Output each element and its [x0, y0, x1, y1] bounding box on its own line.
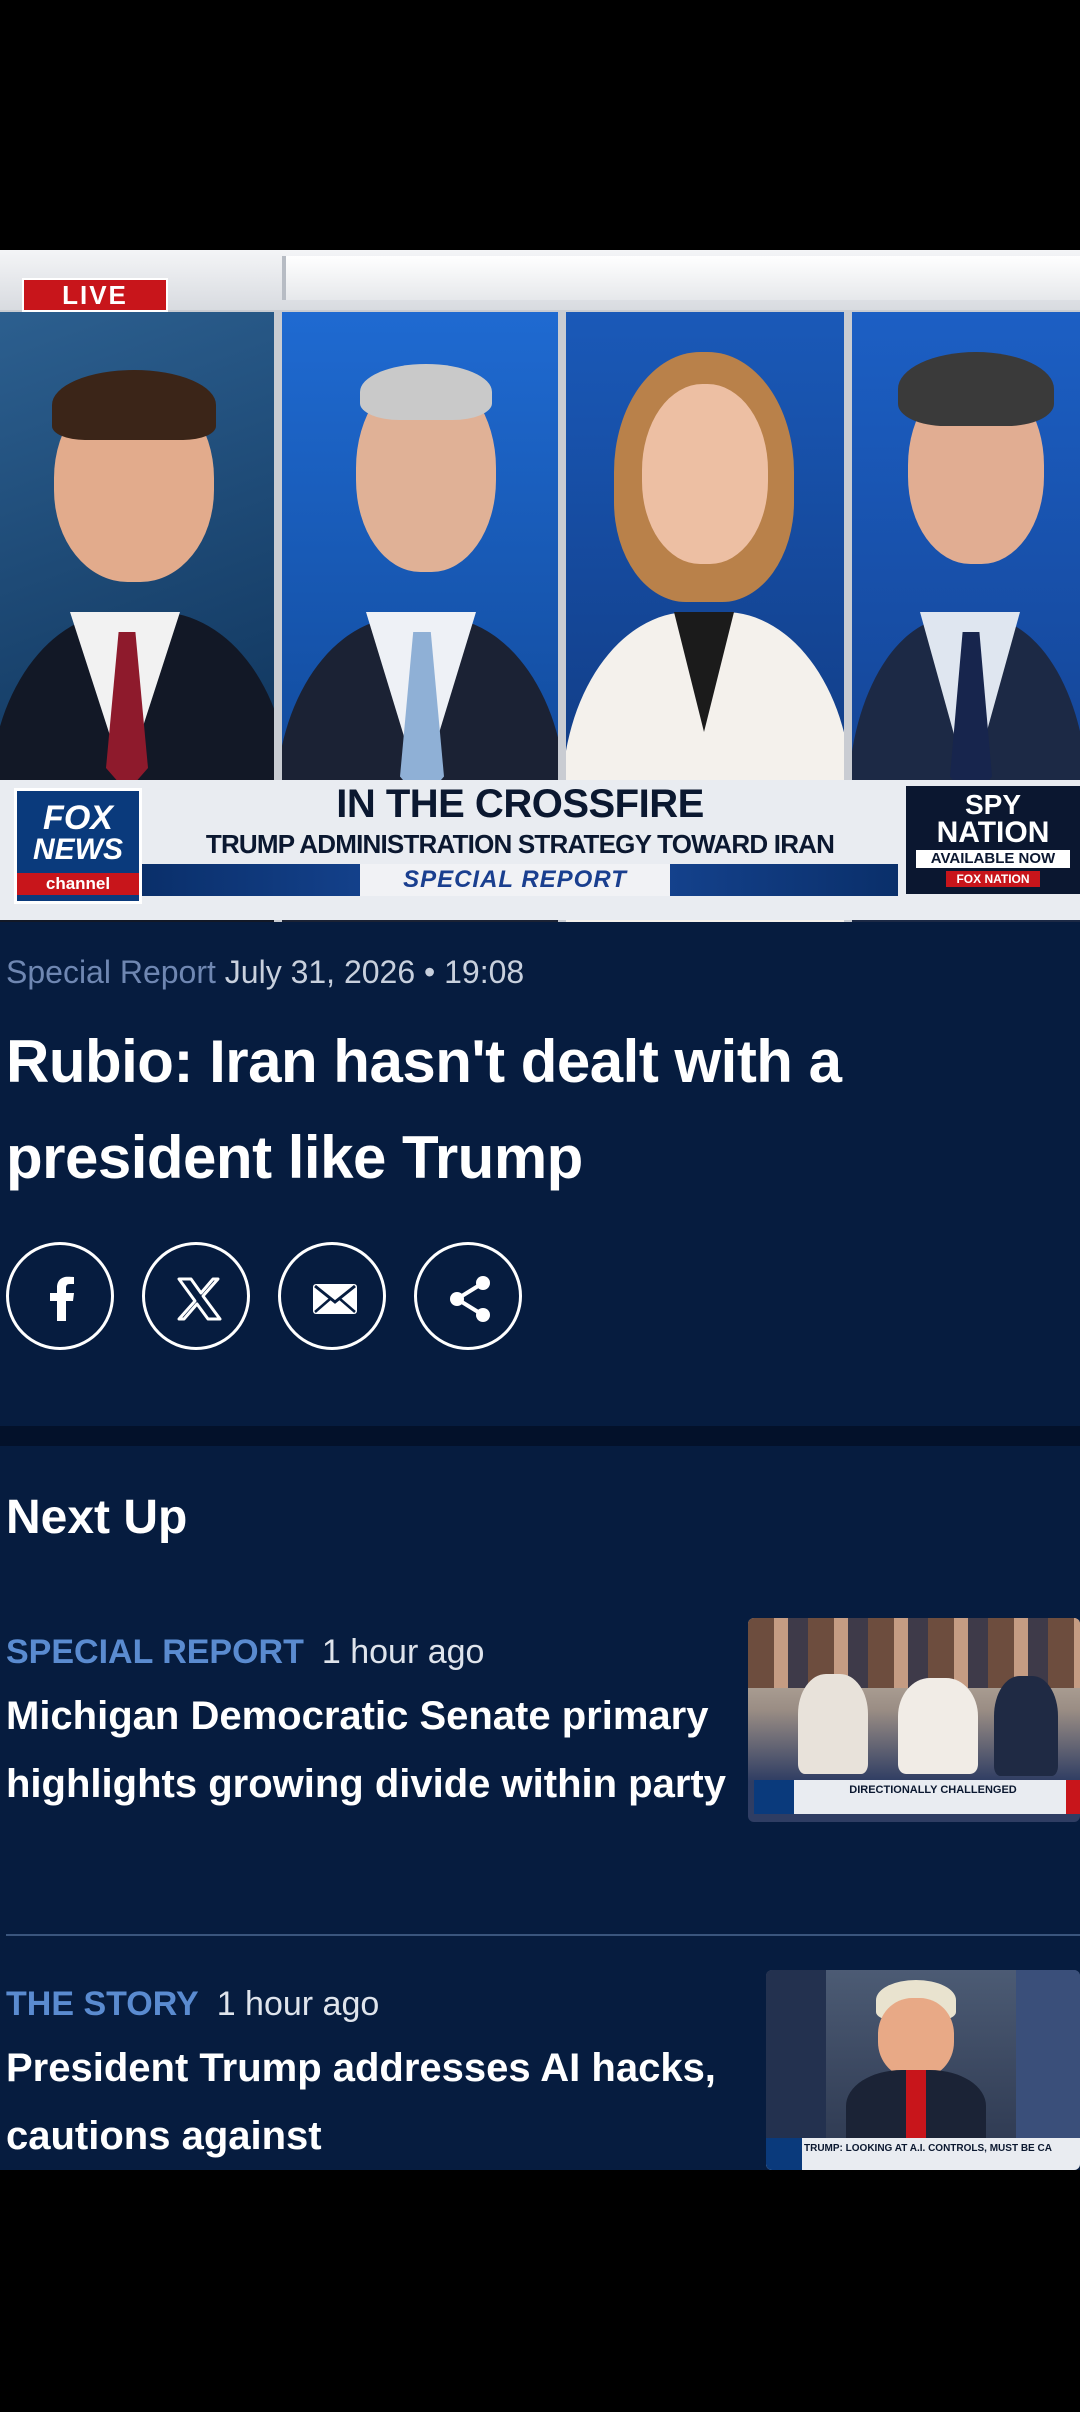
list-separator	[6, 1934, 1080, 1936]
spy-nation-promo: SPY NATION AVAILABLE NOW FOX NATION	[906, 786, 1080, 894]
story-show-label[interactable]: SPECIAL REPORT	[6, 1633, 304, 1671]
facebook-share-button[interactable]	[6, 1242, 114, 1350]
article-date: July 31, 2026 • 19:08	[224, 954, 525, 990]
article-meta: Special Report July 31, 2026 • 19:08	[6, 952, 524, 992]
thumbnail-caption: TRUMP: LOOKING AT A.I. CONTROLS, MUST BE…	[804, 2143, 1052, 2154]
x-icon	[177, 1277, 222, 1321]
story-time: 1 hour ago	[321, 1633, 485, 1671]
x-share-button[interactable]	[142, 1242, 250, 1350]
story-time: 1 hour ago	[216, 1985, 380, 2023]
email-share-button[interactable]	[278, 1242, 386, 1350]
story-thumbnail[interactable]: TRUMP: LOOKING AT A.I. CONTROLS, MUST BE…	[766, 1970, 1080, 2170]
story-title[interactable]: President Trump addresses AI hacks, caut…	[6, 2034, 726, 2170]
chyron-headline: IN THE CROSSFIRE	[336, 782, 704, 826]
story-show-label[interactable]: THE STORY	[6, 1985, 199, 2023]
chyron-subline: TRUMP ADMINISTRATION STRATEGY TOWARD IRA…	[205, 829, 835, 895]
chyron-show-name: SPECIAL REPORT	[360, 864, 670, 896]
story-kicker: SPECIAL REPORT 1 hour ago	[6, 1632, 484, 1672]
more-share-button[interactable]	[414, 1242, 522, 1350]
share-icon	[450, 1276, 490, 1322]
story-kicker: THE STORY 1 hour ago	[6, 1984, 379, 2024]
article-category[interactable]: Special Report	[6, 954, 216, 990]
thumbnail-caption: DIRECTIONALLY CHALLENGED	[849, 1784, 1017, 1796]
mail-icon	[313, 1284, 357, 1314]
section-divider	[0, 1426, 1080, 1446]
fox-news-logo: FOX NEWS channel	[14, 788, 142, 904]
story-title[interactable]: Michigan Democratic Senate primary highl…	[6, 1682, 726, 1818]
article-headline: Rubio: Iran hasn't dealt with a presiden…	[6, 1028, 842, 1191]
story-thumbnail[interactable]: DIRECTIONALLY CHALLENGED	[748, 1618, 1080, 1822]
broadcast-topbar-slot	[282, 256, 1080, 300]
live-badge: LIVE	[22, 278, 168, 312]
article-section: Special Report July 31, 2026 • 19:08 Rub…	[0, 922, 1080, 2170]
next-up-heading: Next Up	[6, 1491, 188, 1544]
facebook-icon	[50, 1276, 74, 1321]
phone-screen: LIVE FOX NEWS channel IN THE CROSSFIRE T…	[0, 0, 1080, 2412]
